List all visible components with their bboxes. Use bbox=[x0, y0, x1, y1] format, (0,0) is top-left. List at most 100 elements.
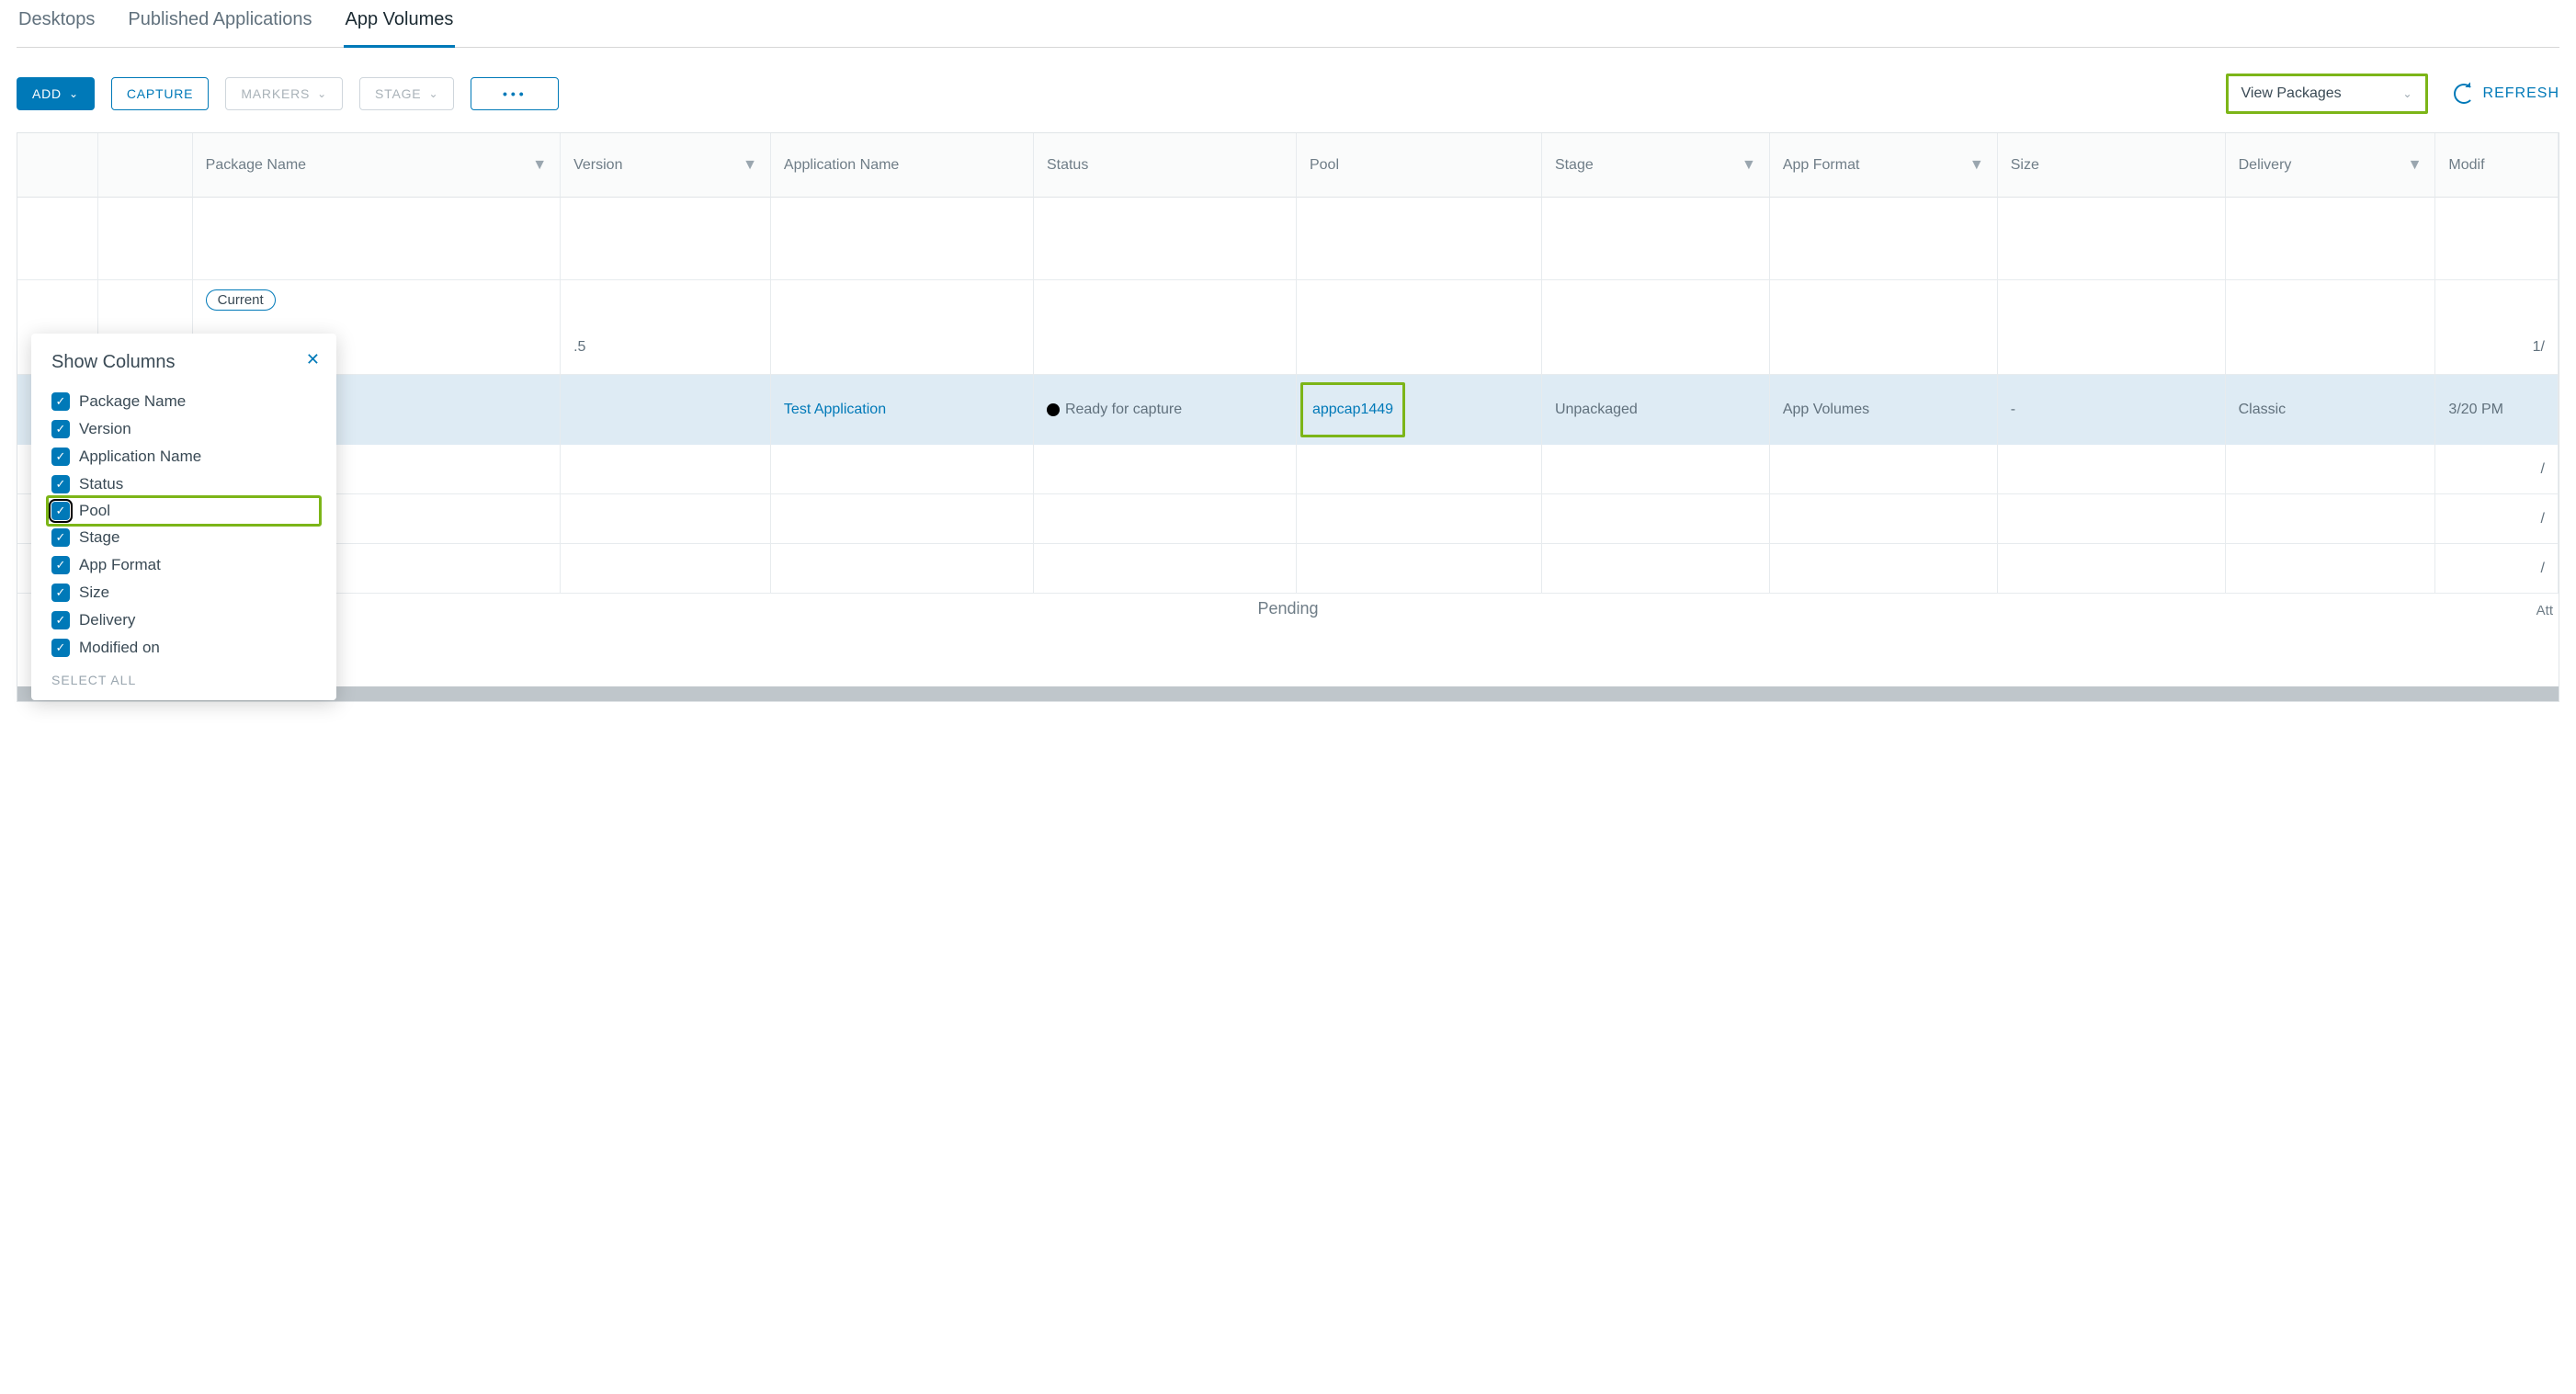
pool-highlight: appcap1449 bbox=[1300, 382, 1405, 437]
chevron-down-icon: ⌄ bbox=[69, 87, 79, 100]
checkbox-icon: ✓ bbox=[51, 448, 70, 466]
tabs: Desktops Published Applications App Volu… bbox=[17, 9, 2559, 48]
delivery-cell: Classic bbox=[2226, 375, 2436, 445]
col-package-name[interactable]: Package Name ▼ bbox=[193, 133, 561, 198]
col-option-size[interactable]: ✓ Size bbox=[51, 579, 316, 606]
col-option-delivery[interactable]: ✓ Delivery bbox=[51, 606, 316, 634]
filter-icon[interactable]: ▼ bbox=[532, 157, 547, 174]
stage-label: STAGE bbox=[375, 86, 421, 101]
col-label: Package Name bbox=[206, 157, 306, 173]
col-label: App Format bbox=[1783, 157, 1860, 173]
refresh-label: REFRESH bbox=[2483, 85, 2559, 102]
checkbox-icon: ✓ bbox=[51, 584, 70, 602]
checkbox-icon: ✓ bbox=[51, 556, 70, 574]
option-label: Modified on bbox=[79, 639, 160, 657]
filter-icon[interactable]: ▼ bbox=[743, 157, 757, 174]
refresh-button[interactable]: REFRESH bbox=[2454, 84, 2559, 104]
header-row: Package Name ▼ Version ▼ Application Nam… bbox=[17, 133, 2559, 198]
col-option-package-name[interactable]: ✓Package Name bbox=[51, 388, 316, 415]
select-all-button[interactable]: SELECT ALL bbox=[51, 673, 316, 687]
option-label: Size bbox=[79, 584, 109, 602]
pending-text: Pending bbox=[17, 599, 2559, 618]
checkbox-icon: ✓ bbox=[51, 611, 70, 629]
tab-desktops[interactable]: Desktops bbox=[17, 9, 96, 47]
modified-cell: 3/20 PM bbox=[2435, 375, 2559, 445]
chevron-down-icon: ⌄ bbox=[317, 87, 327, 100]
chevron-down-icon: ⌄ bbox=[2402, 87, 2411, 100]
option-label: Status bbox=[79, 475, 123, 493]
version-cell: .5 bbox=[561, 320, 771, 375]
col-stage[interactable]: Stage ▼ bbox=[1542, 133, 1770, 198]
col-label: Stage bbox=[1555, 157, 1594, 173]
close-icon[interactable]: ✕ bbox=[306, 350, 320, 369]
col-modified[interactable]: Modif bbox=[2435, 133, 2559, 198]
col-label: Delivery bbox=[2239, 157, 2292, 173]
date-partial: / bbox=[2435, 544, 2559, 594]
filter-icon[interactable]: ▼ bbox=[1742, 157, 1756, 174]
col-option-version[interactable]: ✓ Version bbox=[51, 415, 316, 443]
col-option-pool[interactable]: ✓Pool bbox=[46, 495, 322, 527]
checkbox-icon: ✓ bbox=[51, 475, 70, 493]
packages-grid: Package Name ▼ Version ▼ Application Nam… bbox=[17, 132, 2559, 702]
stage-cell: Unpackaged bbox=[1542, 375, 1770, 445]
option-label: Stage bbox=[79, 528, 119, 547]
col-checkbox bbox=[98, 133, 193, 198]
option-label: Delivery bbox=[79, 611, 135, 629]
option-label: Pool bbox=[79, 502, 110, 520]
col-app-format[interactable]: App Format ▼ bbox=[1770, 133, 1998, 198]
stage-button: STAGE ⌄ bbox=[359, 77, 454, 110]
add-button[interactable]: ADD ⌄ bbox=[17, 77, 95, 110]
checkbox-icon: ✓ bbox=[51, 639, 70, 657]
pool-link[interactable]: appcap1449 bbox=[1312, 402, 1393, 417]
col-option-app-name[interactable]: ✓Application Name bbox=[51, 443, 316, 470]
table-row: / bbox=[17, 544, 2559, 594]
add-label: ADD bbox=[32, 86, 62, 101]
col-status[interactable]: Status bbox=[1034, 133, 1297, 198]
version-row: .5 1/ bbox=[17, 320, 2559, 375]
col-expand bbox=[17, 133, 98, 198]
more-actions-button[interactable]: ••• bbox=[471, 77, 559, 110]
popup-title: Show Columns bbox=[51, 352, 316, 373]
format-cell: App Volumes bbox=[1770, 375, 1998, 445]
tab-app-volumes[interactable]: App Volumes bbox=[344, 9, 456, 47]
status-text: Ready for capture bbox=[1065, 402, 1182, 417]
col-option-app-format[interactable]: ✓App Format bbox=[51, 551, 316, 579]
tab-published-apps[interactable]: Published Applications bbox=[126, 9, 313, 47]
checkbox-icon: ✓ bbox=[51, 528, 70, 547]
chevron-down-icon: ⌄ bbox=[428, 87, 438, 100]
col-app-name[interactable]: Application Name bbox=[771, 133, 1034, 198]
date-partial: 1/ bbox=[2435, 320, 2559, 375]
checkbox-icon: ✓ bbox=[51, 392, 70, 411]
toolbar: ADD ⌄ CAPTURE MARKERS ⌄ STAGE ⌄ ••• View… bbox=[17, 48, 2559, 132]
status-cell: Ready for capture bbox=[1034, 375, 1297, 445]
option-label: Version bbox=[79, 420, 131, 438]
size-cell: - bbox=[1998, 375, 2226, 445]
view-select-label: View Packages bbox=[2241, 85, 2342, 102]
capture-button[interactable]: CAPTURE bbox=[111, 77, 210, 110]
checkbox-icon: ✓ bbox=[51, 420, 70, 438]
marker-row: Current bbox=[17, 280, 2559, 320]
app-name-link[interactable]: Test Application bbox=[784, 402, 886, 417]
table-row: / bbox=[17, 494, 2559, 544]
filter-icon[interactable]: ▼ bbox=[2408, 157, 2423, 174]
col-option-status[interactable]: ✓ Status bbox=[51, 470, 316, 498]
table-row[interactable]: Test Application Ready for capture appca… bbox=[17, 375, 2559, 445]
date-partial: / bbox=[2435, 494, 2559, 544]
status-dot-icon bbox=[1047, 403, 1060, 416]
date-partial: / bbox=[2435, 445, 2559, 494]
col-delivery[interactable]: Delivery ▼ bbox=[2226, 133, 2436, 198]
refresh-icon bbox=[2454, 84, 2474, 104]
markers-label: MARKERS bbox=[241, 86, 310, 101]
table-row: / bbox=[17, 445, 2559, 494]
view-select[interactable]: View Packages ⌄ bbox=[2230, 78, 2423, 109]
horizontal-scrollbar[interactable] bbox=[17, 686, 2559, 701]
markers-button: MARKERS ⌄ bbox=[225, 77, 343, 110]
col-option-modified[interactable]: ✓ Modified on bbox=[51, 634, 316, 662]
filter-icon[interactable]: ▼ bbox=[1969, 157, 1984, 174]
col-version[interactable]: Version ▼ bbox=[561, 133, 771, 198]
col-pool[interactable]: Pool bbox=[1297, 133, 1542, 198]
col-option-stage[interactable]: ✓ Stage bbox=[51, 524, 316, 551]
show-columns-popup: ✕ Show Columns ✓Package Name ✓ Version ✓A… bbox=[31, 334, 336, 700]
col-size[interactable]: Size bbox=[1998, 133, 2226, 198]
current-marker: Current bbox=[206, 289, 276, 311]
